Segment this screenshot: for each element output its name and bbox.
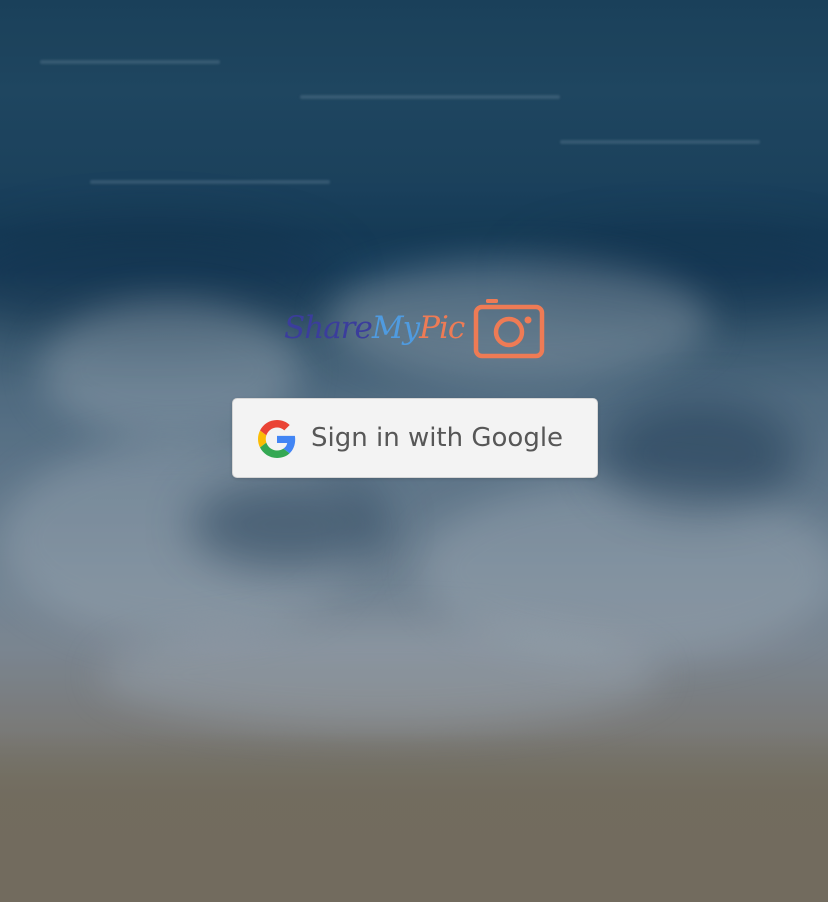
login-screen: Share My Pic Sign in with Google [0,0,828,902]
google-g-icon [258,420,296,458]
google-sign-in-label: Sign in with Google [311,423,564,453]
logo-word-pic: Pic [419,310,465,346]
logo-wordmark: Share My Pic [284,310,465,346]
logo-word-my: My [371,310,420,346]
google-sign-in-button[interactable]: Sign in with Google [232,398,598,478]
camera-icon [473,299,545,359]
app-logo: Share My Pic [284,298,546,360]
logo-word-share: Share [284,310,373,346]
